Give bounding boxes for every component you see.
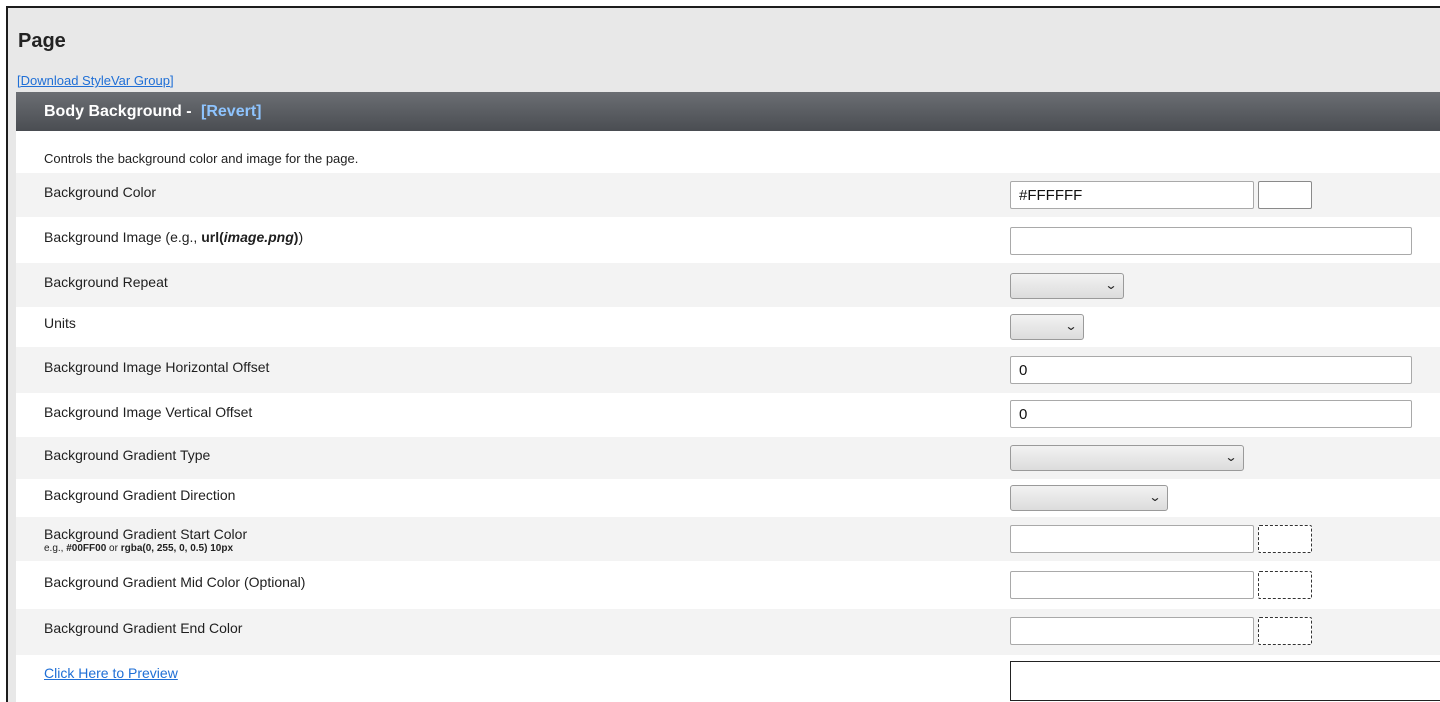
field-label: Background Gradient Direction — [44, 487, 236, 503]
hint-example-hex: #00FF00 — [66, 543, 107, 554]
field-label-code-file: image.png — [223, 229, 294, 245]
gradient-start-color-input[interactable] — [1010, 525, 1254, 553]
section-header: Body Background - [Revert] — [16, 92, 1440, 131]
preview-row: Click Here to Preview — [16, 655, 1440, 702]
field-row-horizontal-offset: Background Image Horizontal Offset — [16, 347, 1440, 393]
chevron-down-icon: ⌄ — [1148, 490, 1162, 504]
field-row-gradient-start: Background Gradient Start Color e.g., #0… — [16, 517, 1440, 561]
gradient-type-select[interactable]: ⌄ — [1010, 445, 1244, 471]
download-stylevar-group-link[interactable]: [Download StyleVar Group] — [17, 73, 174, 88]
field-label: Background Color — [44, 184, 157, 200]
page-frame: Page [Download StyleVar Group] Body Back… — [6, 6, 1440, 702]
background-color-input[interactable] — [1010, 181, 1254, 209]
gradient-mid-color-input[interactable] — [1010, 571, 1254, 599]
horizontal-offset-input[interactable] — [1010, 356, 1412, 384]
field-row-gradient-mid: Background Gradient Mid Color (Optional) — [16, 561, 1440, 609]
chevron-down-icon: ⌄ — [1224, 450, 1238, 464]
vertical-offset-input[interactable] — [1010, 400, 1412, 428]
description-row: Controls the background color and image … — [16, 131, 1440, 173]
field-label: Background Gradient End Color — [44, 620, 243, 636]
field-row-units: Units ⌄ — [16, 307, 1440, 347]
field-row-background-color: Background Color — [16, 173, 1440, 217]
hint-example-rgba: rgba(0, 255, 0, 0.5) 10px — [120, 543, 234, 554]
field-label: Background Image (e.g., url(image.png)) — [44, 229, 303, 245]
preview-link[interactable]: Click Here to Preview — [44, 665, 178, 681]
field-label: Background Image Vertical Offset — [44, 404, 253, 420]
field-label: Background Repeat — [44, 274, 168, 290]
field-row-background-repeat: Background Repeat ⌄ — [16, 263, 1440, 307]
chevron-down-icon: ⌄ — [1064, 319, 1078, 333]
section-description: Controls the background color and image … — [44, 151, 359, 166]
background-image-input[interactable] — [1010, 227, 1412, 255]
color-swatch[interactable] — [1258, 617, 1312, 645]
field-row-gradient-type: Background Gradient Type ⌄ — [16, 437, 1440, 479]
field-row-gradient-direction: Background Gradient Direction ⌄ — [16, 479, 1440, 517]
revert-link[interactable]: [Revert] — [201, 103, 261, 121]
form-content: Controls the background color and image … — [16, 131, 1440, 702]
field-label: Background Gradient Type — [44, 447, 211, 463]
hint-or: or — [106, 543, 121, 554]
field-label-code: url( — [201, 229, 224, 245]
field-label: Background Gradient Mid Color (Optional) — [44, 574, 306, 590]
field-row-gradient-end: Background Gradient End Color — [16, 609, 1440, 655]
field-label: Background Image Horizontal Offset — [44, 359, 270, 375]
section-title: Body Background - — [44, 102, 197, 120]
gradient-end-color-input[interactable] — [1010, 617, 1254, 645]
page-title: Page — [18, 30, 66, 52]
field-label: Background Gradient Start Color — [44, 526, 248, 542]
units-select[interactable]: ⌄ — [1010, 314, 1084, 340]
color-swatch[interactable] — [1258, 181, 1312, 209]
hint-prefix: e.g., — [44, 543, 67, 554]
background-repeat-select[interactable]: ⌄ — [1010, 273, 1124, 299]
field-label-suffix: ) — [298, 229, 304, 245]
field-hint: e.g., #00FF00 or rgba(0, 255, 0, 0.5) 10… — [44, 543, 233, 554]
field-row-background-image: Background Image (e.g., url(image.png)) — [16, 217, 1440, 263]
color-swatch[interactable] — [1258, 525, 1312, 553]
preview-box — [1010, 661, 1440, 701]
field-row-vertical-offset: Background Image Vertical Offset — [16, 393, 1440, 437]
chevron-down-icon: ⌄ — [1104, 278, 1118, 292]
color-swatch[interactable] — [1258, 571, 1312, 599]
field-label: Units — [44, 315, 76, 331]
field-label-prefix: Background Image (e.g., — [44, 229, 202, 245]
gradient-direction-select[interactable]: ⌄ — [1010, 485, 1168, 511]
